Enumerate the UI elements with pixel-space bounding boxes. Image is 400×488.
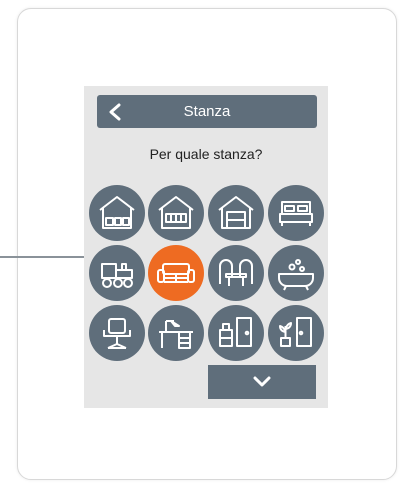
room-button-house-door[interactable] <box>208 185 264 241</box>
room-button-cabinet-door[interactable] <box>208 305 264 361</box>
back-button[interactable] <box>97 95 133 128</box>
house-window-icon <box>158 196 194 229</box>
office-chair-icon <box>103 318 131 349</box>
room-button-bathtub[interactable] <box>268 245 324 301</box>
cabinet-door-icon <box>219 317 252 347</box>
plant-door-icon <box>279 317 312 347</box>
chevron-left-icon <box>109 103 121 120</box>
header-bar: Stanza <box>97 95 317 128</box>
room-button-house-storage[interactable] <box>89 185 145 241</box>
room-button-house-window[interactable] <box>148 185 204 241</box>
room-button-bed[interactable] <box>268 185 324 241</box>
chevron-down-icon <box>253 376 271 387</box>
room-button-plant-door[interactable] <box>268 305 324 361</box>
bed-icon <box>279 201 313 226</box>
bathtub-icon <box>278 259 314 291</box>
room-button-office-chair[interactable] <box>89 305 145 361</box>
room-question: Per quale stanza? <box>149 146 263 162</box>
room-button-sofa[interactable] <box>148 245 204 301</box>
house-storage-icon <box>99 196 135 229</box>
sofa-icon <box>157 263 195 283</box>
scroll-down-button[interactable] <box>208 365 316 399</box>
toy-train-icon <box>101 263 133 288</box>
desk-lamp-icon <box>159 320 193 349</box>
room-button-dining[interactable] <box>208 245 264 301</box>
room-button-desk[interactable] <box>148 305 204 361</box>
room-button-toy-train[interactable] <box>89 245 145 301</box>
house-door-icon <box>218 196 254 229</box>
dining-chairs-icon <box>219 259 253 286</box>
